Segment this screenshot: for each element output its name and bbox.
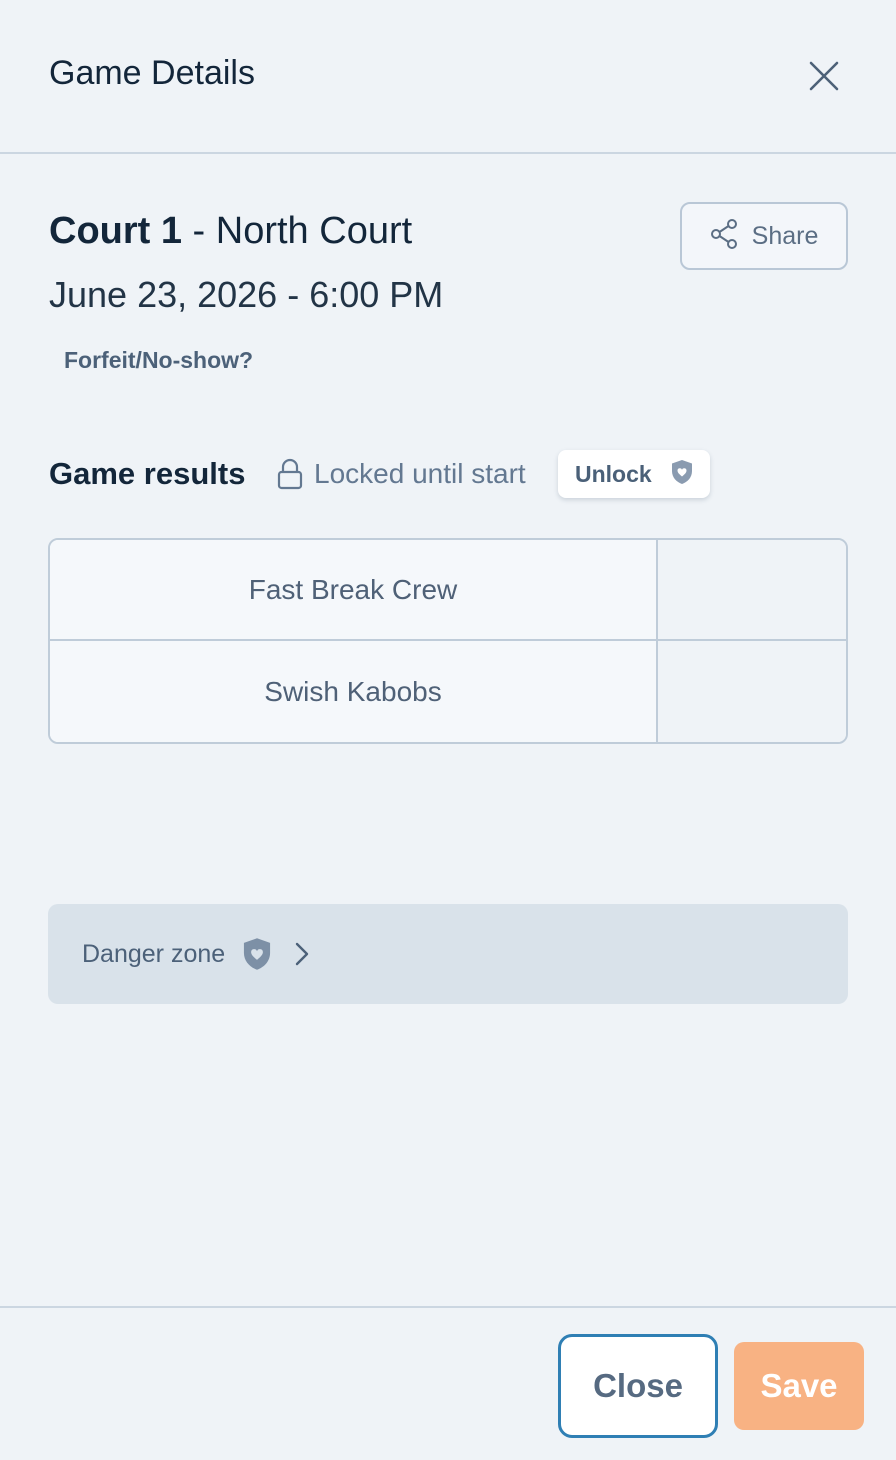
share-label: Share <box>751 221 819 250</box>
game-results-title: Game results <box>49 456 246 491</box>
close-icon[interactable] <box>800 52 848 100</box>
shield-icon <box>241 937 273 971</box>
chevron-right-icon <box>295 942 309 966</box>
unlock-button[interactable]: Unlock <box>558 450 710 498</box>
danger-zone-label: Danger zone <box>82 939 226 968</box>
score-input[interactable] <box>658 540 846 639</box>
save-button[interactable]: Save <box>734 1342 864 1430</box>
unlock-label: Unlock <box>575 460 652 487</box>
dialog-header: Game Details <box>0 0 896 154</box>
team-name-cell: Fast Break Crew <box>50 540 658 639</box>
score-table: Fast Break Crew Swish Kabobs <box>48 538 848 744</box>
score-input[interactable] <box>658 641 846 742</box>
lock-icon <box>277 458 303 495</box>
court-subtitle: - North Court <box>182 210 413 252</box>
table-row: Fast Break Crew <box>50 540 846 641</box>
forfeit-link[interactable]: Forfeit/No-show? <box>64 347 253 374</box>
shield-icon <box>670 459 694 490</box>
locked-status-text: Locked until start <box>314 458 526 489</box>
table-row: Swish Kabobs <box>50 641 846 742</box>
close-button[interactable]: Close <box>558 1334 718 1438</box>
court-heading: Court 1 - North Court <box>49 210 412 253</box>
court-name: Court 1 <box>49 210 182 252</box>
game-datetime: June 23, 2026 - 6:00 PM <box>49 274 444 315</box>
share-icon <box>710 218 738 254</box>
dialog-footer: Close Save <box>0 1306 896 1460</box>
team-name-cell: Swish Kabobs <box>50 641 658 742</box>
danger-zone-toggle[interactable]: Danger zone <box>48 904 848 1004</box>
dialog-title: Game Details <box>49 54 255 92</box>
share-button[interactable]: Share <box>680 202 848 270</box>
